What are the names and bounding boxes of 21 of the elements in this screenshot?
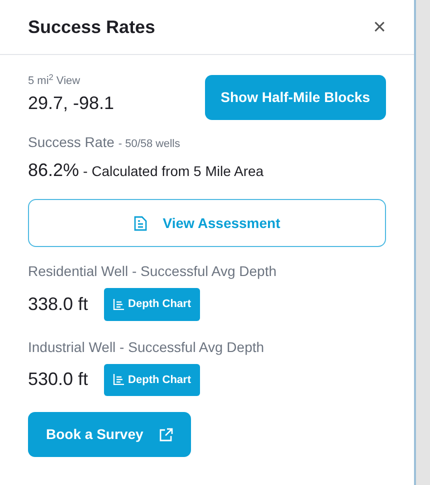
depth-chart-button[interactable]: Depth Chart (104, 364, 200, 396)
depth-chart-button[interactable]: Depth Chart (104, 288, 200, 320)
bar-chart-icon (113, 374, 124, 386)
success-rate-label: Success Rate (28, 133, 114, 152)
external-link-icon (159, 428, 174, 442)
success-rate-value: 86.2% (28, 159, 80, 182)
depth-value: 338.0 ft (28, 292, 88, 316)
view-assessment-button[interactable]: View Assessment (28, 199, 386, 247)
document-icon (134, 216, 147, 230)
calculation-note: - Calculated from 5 Mile Area (83, 162, 264, 181)
depth-value: 530.0 ft (28, 368, 88, 392)
bar-chart-icon (113, 298, 124, 310)
view-label: 5 mi$^{2}$ View (28, 73, 82, 89)
coordinates: 29.7, -98.1 (28, 92, 114, 114)
close-button[interactable]: × (373, 16, 386, 38)
book-survey-button[interactable]: Book a Survey (28, 412, 192, 457)
show-blocks-button[interactable]: Show Half-Mile Blocks (204, 75, 386, 120)
wells-count: - 50/58 wells (118, 137, 180, 152)
depth-label: Industrial Well - Successful Avg Depth (28, 338, 266, 357)
depth-label: Residential Well - Successful Avg Depth (28, 262, 278, 281)
panel-title: Success Rates (28, 16, 156, 38)
